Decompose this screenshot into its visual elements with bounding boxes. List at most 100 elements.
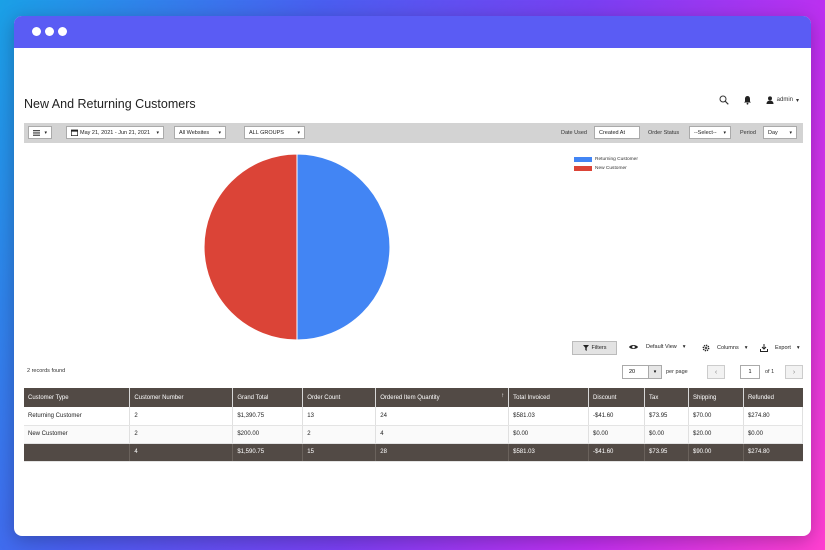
window-dot-3 (58, 27, 67, 36)
view-label: Default View (646, 344, 677, 350)
cell-customer-type: New Customer (24, 425, 131, 444)
chevron-down-icon: ▾ (795, 97, 799, 104)
view-switcher[interactable]: Default View ▾ (629, 344, 686, 350)
column-header-refunded[interactable]: Refunded (743, 388, 803, 407)
column-header-tax[interactable]: Tax (644, 388, 689, 407)
legend-label: New Customer (595, 166, 627, 171)
table-row[interactable]: New Customer 2 $200.00 2 4 $0.00 $0.00 $… (24, 425, 804, 444)
cell-shipping: $20.00 (688, 425, 744, 444)
search-icon[interactable] (719, 95, 729, 105)
chevron-down-icon: ▾ (723, 129, 726, 136)
pie-slice-returning-customer[interactable] (296, 153, 391, 341)
cell-tax: $73.95 (644, 407, 689, 426)
chart-legend: Returning Customer New Customer (574, 157, 638, 175)
gear-icon (702, 344, 710, 352)
group-select[interactable]: ALL GROUPS ▾ (244, 126, 305, 139)
column-header-order-count[interactable]: Order Count (302, 388, 377, 407)
chevron-down-icon: ▾ (648, 366, 661, 378)
eye-icon (629, 345, 638, 349)
legend-item[interactable]: Returning Customer (574, 157, 638, 162)
pie-slice-new-customer[interactable] (203, 153, 298, 341)
legend-swatch (574, 166, 592, 171)
column-header-total-invoiced[interactable]: Total Invoiced (508, 388, 590, 407)
order-status-select[interactable]: --Select-- ▾ (689, 126, 731, 139)
previous-page-button[interactable]: ‹ (707, 365, 725, 379)
date-used-label: Date Used (561, 130, 587, 136)
cell-discount: $0.00 (588, 425, 646, 444)
chevron-down-icon: ▾ (744, 345, 748, 351)
filter-icon (582, 345, 589, 351)
cell-customer-number: 2 (129, 425, 234, 444)
cell-refunded: $0.00 (743, 425, 804, 444)
column-header-ordered-item-quantity[interactable]: Ordered Item Quantity ↑ (375, 388, 510, 407)
date-range-picker[interactable]: May 21, 2021 - Jun 21, 2021 ▾ (66, 126, 164, 139)
legend-item[interactable]: New Customer (574, 166, 638, 171)
legend-swatch (574, 157, 592, 162)
total-tax: $73.95 (644, 443, 689, 462)
report-toolbar: ▾ May 21, 2021 - Jun 21, 2021 ▾ All Webs… (24, 123, 803, 143)
date-used-select[interactable]: Created At (594, 126, 640, 139)
period-value: Day (768, 129, 778, 136)
window-titlebar (14, 16, 811, 48)
column-header-customer-type[interactable]: Customer Type (24, 388, 131, 407)
total-refunded: $274.80 (743, 443, 803, 462)
per-page-select[interactable]: 20 ▾ (622, 365, 662, 379)
cell-tax: $0.00 (644, 425, 689, 444)
column-header-discount[interactable]: Discount (588, 388, 646, 407)
cell-customer-type: Returning Customer (24, 407, 131, 426)
legend-label: Returning Customer (595, 157, 638, 162)
page-total-label: of 1 (765, 369, 775, 375)
column-header-customer-number[interactable]: Customer Number (129, 388, 234, 407)
filters-button[interactable]: Filters (572, 341, 617, 355)
cell-discount: -$41.60 (588, 407, 646, 426)
chevron-down-icon: ▾ (218, 129, 221, 136)
bell-icon[interactable] (743, 95, 752, 105)
group-value: ALL GROUPS (249, 129, 284, 136)
chevron-down-icon: ▾ (297, 129, 300, 136)
sort-arrow-icon: ↑ (501, 393, 505, 399)
cell-total-invoiced: $0.00 (508, 425, 590, 444)
cell-shipping: $70.00 (688, 407, 744, 426)
total-customer-number: 4 (129, 443, 234, 462)
chevron-down-icon: ▾ (796, 345, 800, 351)
customer-pie-chart (203, 153, 391, 341)
columns-control[interactable]: Columns ▾ (702, 344, 747, 352)
column-header-grand-total[interactable]: Grand Total (232, 388, 304, 407)
chevron-down-icon: ▾ (789, 129, 792, 136)
page-number-input[interactable]: 1 (740, 365, 760, 379)
total-discount: -$41.60 (588, 443, 646, 462)
next-page-button[interactable]: › (785, 365, 803, 379)
admin-username: admin (776, 97, 793, 103)
cell-order-count: 2 (302, 425, 377, 444)
per-page-label: per page (666, 369, 688, 375)
hamburger-icon (33, 129, 41, 136)
cell-ordered-item-quantity: 24 (375, 407, 510, 426)
window-dot-2 (45, 27, 54, 36)
total-total-invoiced: $581.03 (508, 443, 590, 462)
date-used-value: Created At (599, 129, 625, 136)
table-row[interactable]: Returning Customer 2 $1,390.75 13 24 $58… (24, 407, 804, 426)
per-page-value: 20 (629, 369, 636, 375)
calendar-icon (71, 129, 78, 136)
filters-label: Filters (591, 345, 607, 351)
total-shipping: $90.00 (688, 443, 744, 462)
cell-refunded: $274.80 (743, 407, 804, 426)
grid-menu-button[interactable]: ▾ (28, 126, 52, 139)
chevron-down-icon: ▾ (44, 129, 47, 136)
admin-menu[interactable]: admin ▾ (766, 96, 799, 104)
download-icon (760, 344, 768, 352)
date-range-value: May 21, 2021 - Jun 21, 2021 (80, 129, 151, 136)
column-header-shipping[interactable]: Shipping (688, 388, 744, 407)
website-select[interactable]: All Websites ▾ (174, 126, 226, 139)
cell-order-count: 13 (302, 407, 377, 426)
chevron-down-icon: ▾ (682, 344, 686, 350)
total-customer-type (24, 443, 131, 462)
export-label: Export (775, 345, 791, 351)
table-header-row: Customer Type Customer Number Grand Tota… (24, 388, 803, 407)
order-status-value: --Select-- (694, 129, 717, 136)
period-label: Period (740, 130, 756, 136)
total-grand-total: $1,590.75 (232, 443, 304, 462)
report-table: Customer Type Customer Number Grand Tota… (24, 388, 804, 462)
period-select[interactable]: Day ▾ (763, 126, 797, 139)
export-control[interactable]: Export ▾ (760, 344, 800, 352)
